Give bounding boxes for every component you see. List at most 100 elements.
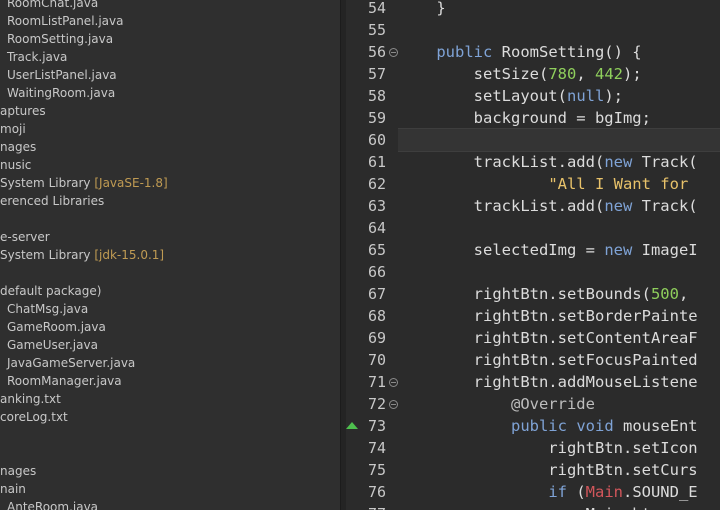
code-line[interactable]: }	[399, 0, 446, 19]
tree-item[interactable]: anking.txt	[0, 390, 61, 408]
tree-item[interactable]: JavaGameServer.java	[7, 354, 135, 372]
code-line[interactable]: public RoomSetting() {	[399, 41, 642, 63]
code-token: setLayout(	[399, 87, 567, 105]
code-line[interactable]: "All I Want for	[399, 173, 688, 195]
line-number: 75	[367, 461, 386, 479]
code-token: RoomSetting() {	[492, 43, 642, 61]
code-token: "All I Want for	[548, 175, 689, 193]
code-line[interactable]: rightBtn.setFocusPainted	[399, 349, 698, 371]
code-line[interactable]: setSize(780, 442);	[399, 63, 642, 85]
tree-item[interactable]: RoomChat.java	[7, 0, 98, 12]
code-line[interactable]: rightBtn.setIcon	[399, 437, 697, 459]
code-token: ImageI	[632, 241, 698, 259]
code-token: rightBtn.setBounds(	[399, 285, 651, 303]
tree-item[interactable]: GameUser.java	[7, 336, 98, 354]
tree-item[interactable]: UserListPanel.java	[7, 66, 117, 84]
tree-item-label: System Library	[0, 248, 91, 262]
code-token: null	[566, 87, 605, 105]
code-token: Track(	[632, 153, 698, 171]
code-editor[interactable]: 54 } 55 56 public RoomSetting() {57 setSiz…	[346, 0, 720, 510]
tree-item[interactable]: e-server	[0, 228, 50, 246]
code-token: Track(	[632, 197, 698, 215]
code-token: new	[604, 153, 633, 171]
tree-item[interactable]: System Library [jdk-15.0.1]	[0, 246, 164, 264]
tree-item[interactable]: nain	[0, 480, 26, 498]
code-line[interactable]: if (Main.SOUND_E	[399, 481, 697, 503]
line-number: 70	[367, 351, 386, 369]
override-marker-icon[interactable]	[346, 422, 358, 429]
line-number: 66	[367, 263, 386, 281]
tree-item[interactable]: nages	[0, 462, 36, 480]
fold-collapse-icon[interactable]	[389, 378, 398, 387]
tree-item-label: RoomManager.java	[7, 374, 122, 388]
code-token: new	[604, 197, 633, 215]
tree-item-label: nain	[0, 482, 26, 496]
code-line[interactable]: setLayout(null);	[399, 85, 623, 107]
code-line[interactable]: trackList.add(new Track(	[399, 151, 698, 173]
code-token: }	[399, 0, 446, 17]
tree-item[interactable]: WaitingRoom.java	[7, 84, 115, 102]
line-number: 61	[367, 153, 386, 171]
code-token: mouseEnt	[613, 417, 698, 435]
tree-item-label: JavaGameServer.java	[7, 356, 136, 370]
tree-item[interactable]: erenced Libraries	[0, 192, 104, 210]
code-token: (	[566, 483, 586, 501]
tree-item[interactable]: System Library [JavaSE-1.8]	[0, 174, 168, 192]
line-number: 68	[367, 307, 386, 325]
tree-item-label: default package)	[0, 284, 102, 298]
line-number: 60	[367, 131, 386, 149]
tree-item[interactable]: aptures	[0, 102, 46, 120]
code-line[interactable]: trackList.add(new Track(	[399, 195, 698, 217]
code-token: 500	[650, 285, 679, 303]
code-line[interactable]: rightBtn.setCurs	[399, 459, 697, 481]
tree-item[interactable]: nusic	[0, 156, 31, 174]
tree-item-label: moji	[0, 122, 26, 136]
line-number: 55	[367, 21, 386, 39]
tree-item[interactable]: RoomManager.java	[7, 372, 122, 390]
tree-item[interactable]: moji	[0, 120, 26, 138]
code-line[interactable]: rightBtn.setBorderPainte	[399, 305, 698, 327]
code-token: background = bgImg;	[399, 109, 651, 127]
tree-item-label: GameRoom.java	[7, 320, 106, 334]
code-line[interactable]: public void mouseEnt	[399, 415, 698, 437]
tree-item-label: coreLog.txt	[0, 410, 68, 424]
line-number: 62	[367, 175, 386, 193]
tree-item[interactable]: default package)	[0, 282, 101, 300]
line-number: 59	[367, 109, 386, 127]
tree-item[interactable]: Track.java	[7, 48, 67, 66]
tree-item-label: GameUser.java	[7, 338, 98, 352]
tree-item[interactable]: ChatMsg.java	[7, 300, 88, 318]
tree-item[interactable]: AnteRoom.java	[7, 498, 98, 510]
tree-item[interactable]: coreLog.txt	[0, 408, 68, 426]
code-line[interactable]: Main.bt	[399, 503, 651, 510]
tree-item[interactable]: RoomSetting.java	[7, 30, 113, 48]
line-number: 57	[367, 65, 386, 83]
tree-item-annotation: [jdk-15.0.1]	[90, 248, 165, 262]
code-line[interactable]: selectedImg = new ImageI	[399, 239, 698, 261]
code-line[interactable]: rightBtn.setBounds(500,	[399, 283, 689, 305]
code-line[interactable]: rightBtn.setContentAreaF	[399, 327, 698, 349]
tree-item[interactable]: RoomListPanel.java	[7, 12, 123, 30]
tree-item-label: RoomSetting.java	[7, 32, 114, 46]
code-line[interactable]: @Override	[399, 393, 595, 415]
code-line[interactable]: rightBtn.addMouseListene	[399, 371, 698, 393]
code-token: );	[622, 65, 642, 83]
tree-item-label: Track.java	[7, 50, 68, 64]
code-token: @Override	[510, 395, 595, 413]
code-token: 442	[594, 65, 623, 83]
tree-item[interactable]: GameRoom.java	[7, 318, 106, 336]
tree-item-label: anking.txt	[0, 392, 61, 406]
code-line[interactable]: background = bgImg;	[399, 107, 651, 129]
tree-item[interactable]: nages	[0, 138, 36, 156]
fold-collapse-icon[interactable]	[389, 400, 398, 409]
fold-collapse-icon[interactable]	[389, 48, 398, 57]
current-line-highlight	[398, 128, 720, 152]
code-token: trackList.add(	[399, 197, 605, 215]
code-token: rightBtn.setContentAreaF	[399, 329, 698, 347]
tree-item-label: aptures	[0, 104, 46, 118]
tree-item-label: e-server	[0, 230, 50, 244]
code-token: 780	[548, 65, 577, 83]
code-token: if	[548, 483, 567, 501]
